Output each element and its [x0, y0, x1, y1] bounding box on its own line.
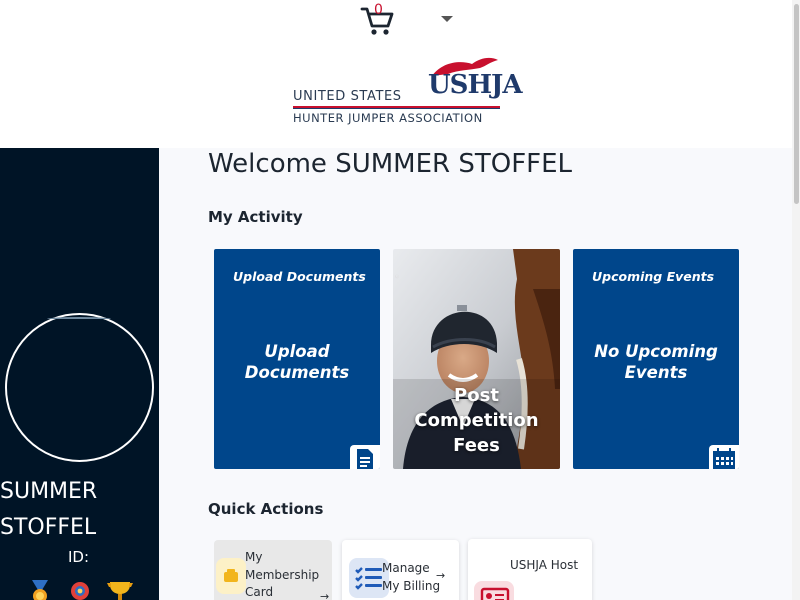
sidebar-user-name: SUMMER STOFFEL [0, 479, 98, 540]
card-subtitle: Upcoming Events [592, 269, 715, 284]
arrow-right-icon: → [436, 569, 446, 582]
document-icon [350, 445, 380, 469]
arrow-right-icon: → [320, 590, 330, 600]
card-title: No Upcoming Events [594, 342, 718, 382]
cart-count-badge: 0 [374, 2, 383, 18]
page-scrollbar-thumb[interactable] [794, 4, 799, 204]
membership-card-icon [216, 558, 246, 594]
ushja-host-action[interactable]: USHJA Host [468, 539, 592, 600]
manage-billing-action[interactable]: Manage My Billing → [342, 540, 459, 600]
quick-action-label: My Membership Card [245, 550, 320, 599]
card-title: Upload Documents [244, 342, 350, 382]
membership-card-action[interactable]: My Membership Card → [214, 540, 332, 600]
avatar[interactable] [5, 313, 154, 462]
id-card-icon [474, 581, 514, 600]
logo-blue-rule [293, 108, 500, 109]
account-dropdown-caret[interactable] [441, 16, 453, 22]
avatar-image-edge [47, 317, 111, 321]
quick-actions-heading: Quick Actions [208, 500, 324, 518]
logo-line-1: UNITED STATES [293, 89, 402, 104]
ushja-logo[interactable]: USHJA UNITED STATES HUNTER JUMPER ASSOCI… [290, 56, 522, 128]
post-competition-fees-card[interactable]: © Post Competition Fees [393, 249, 560, 469]
top-header: 0 USHJA UNITED STATES HUNTER JUMPER ASSO… [0, 0, 800, 148]
logo-line-2: HUNTER JUMPER ASSOCIATION [293, 111, 483, 125]
page-title: Welcome SUMMER STOFFEL [208, 149, 573, 179]
card-title: Post Competition Fees [414, 385, 539, 456]
achievement-badges [24, 580, 136, 600]
photo-credit: © [395, 274, 401, 279]
rosette-icon [71, 582, 89, 600]
medal-icon [32, 580, 48, 600]
my-activity-heading: My Activity [208, 208, 303, 226]
logo-abbreviation: USHJA [428, 70, 522, 100]
calendar-icon [709, 445, 739, 469]
sidebar-user-id-label: ID: [68, 548, 90, 566]
quick-action-label: USHJA Host [510, 558, 579, 572]
upload-documents-card[interactable]: Upload Documents Upload Documents [214, 249, 380, 469]
quick-action-label: Manage My Billing [382, 561, 441, 593]
card-subtitle: Upload Documents [233, 269, 366, 284]
trophy-icon [107, 582, 133, 600]
upcoming-events-card[interactable]: Upcoming Events No Upcoming Events [573, 249, 739, 469]
